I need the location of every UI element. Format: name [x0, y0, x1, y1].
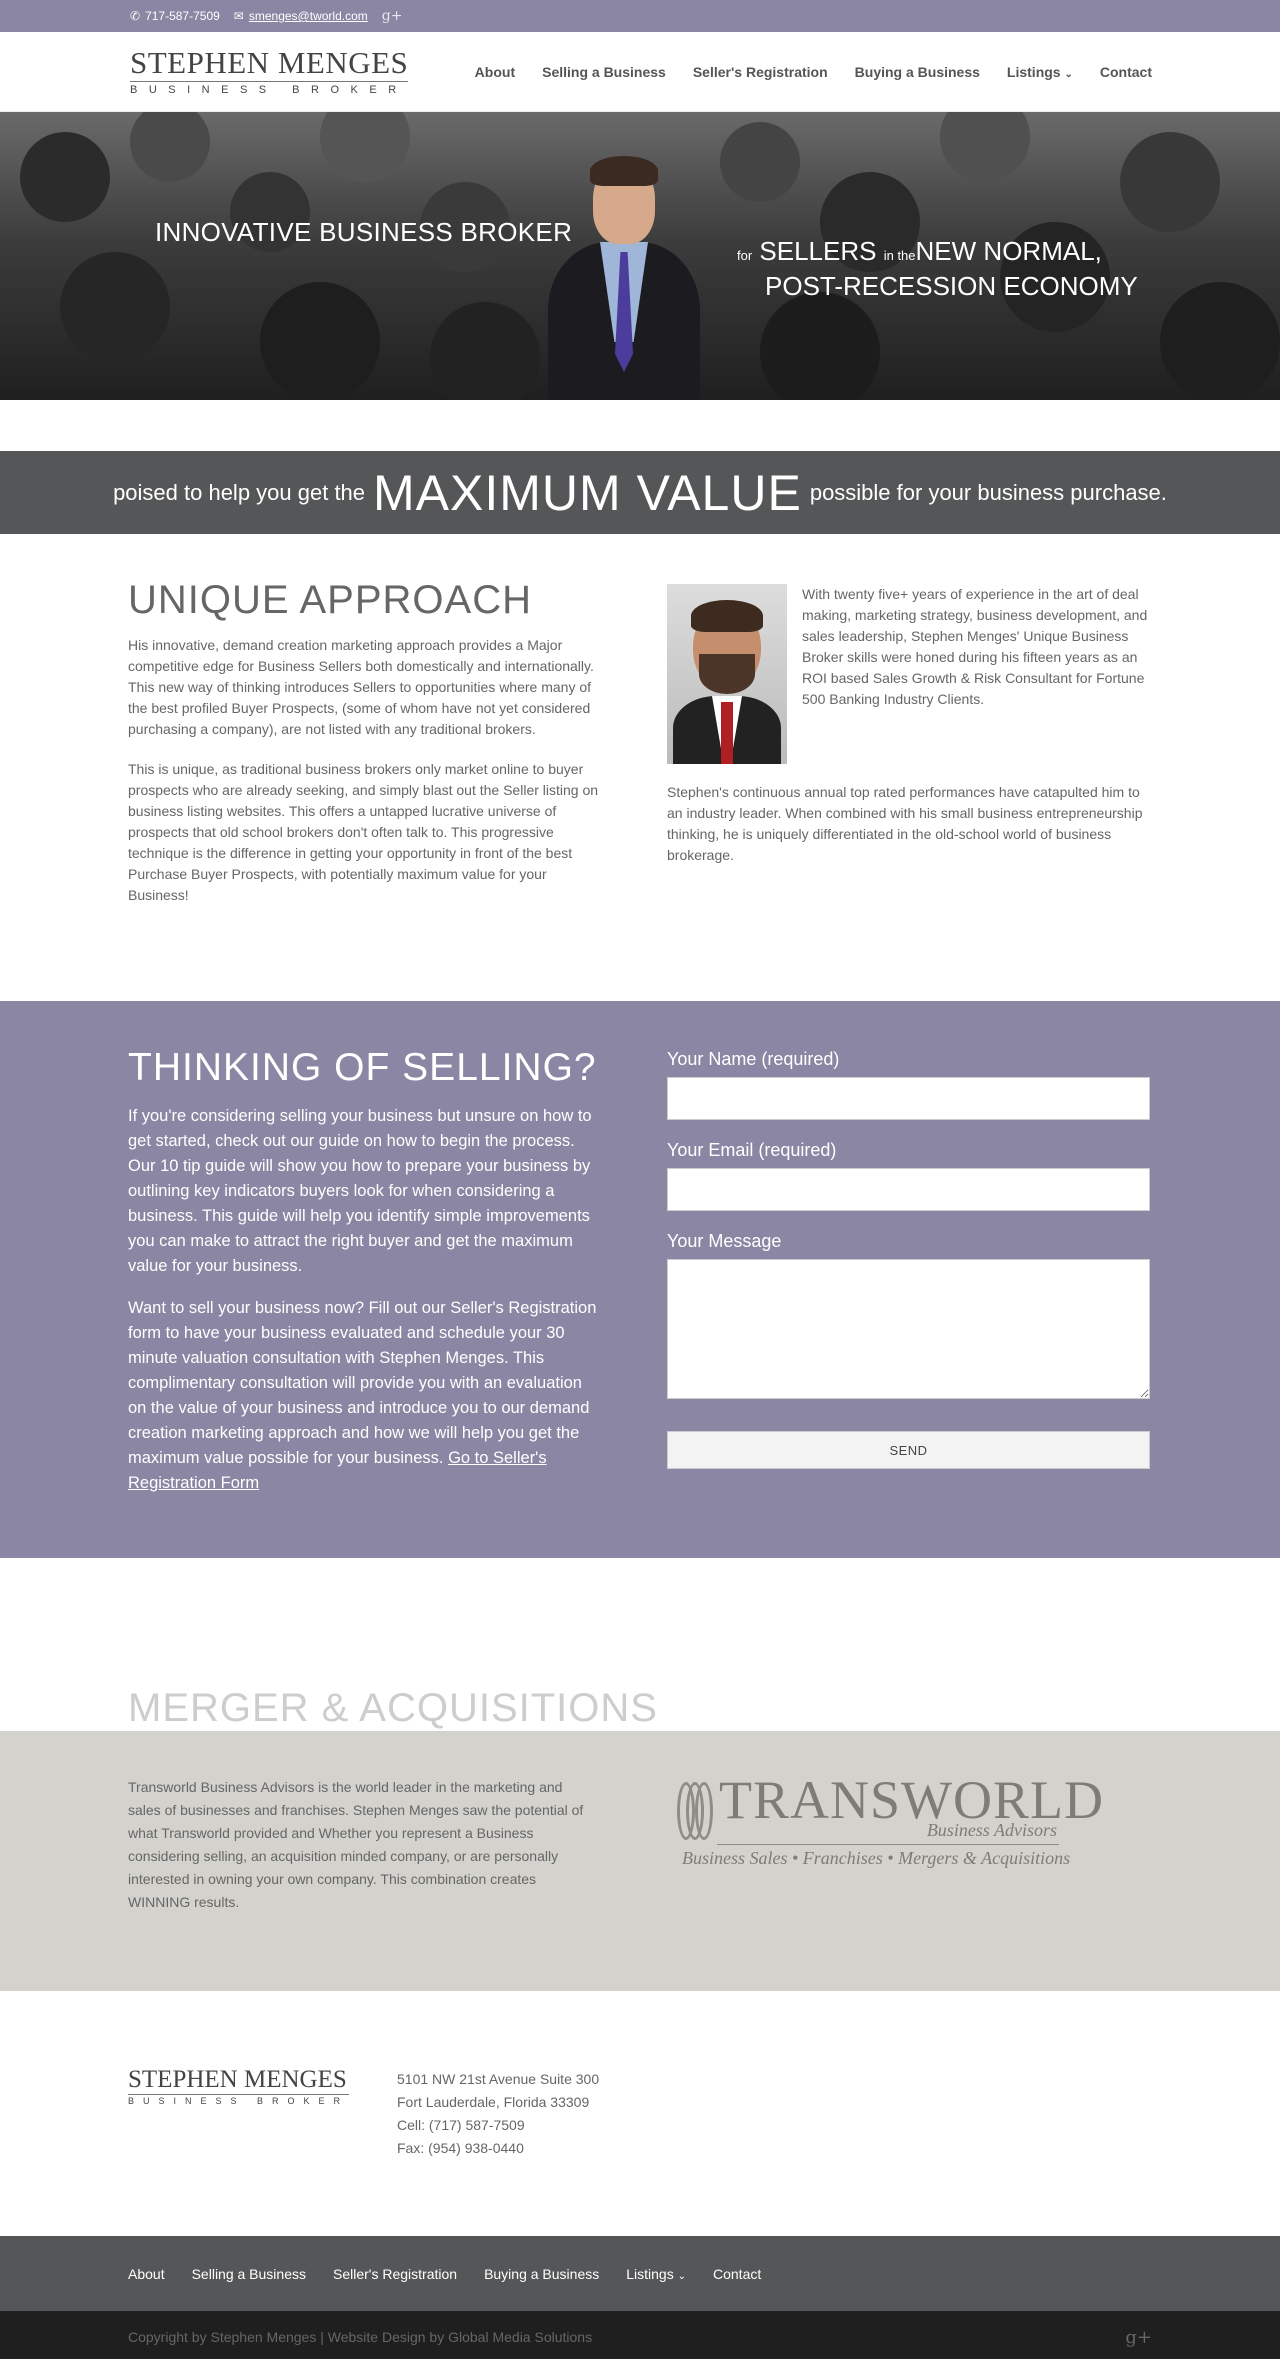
footer-nav-about[interactable]: About — [128, 2266, 165, 2282]
site-header: STEPHEN MENGES BUSINESS BROKER About Sel… — [0, 32, 1280, 112]
footer-address: 5101 NW 21st Avenue Suite 300 Fort Laude… — [397, 2071, 600, 2156]
nav-about[interactable]: About — [475, 64, 515, 80]
section-title: MERGER & ACQUISITIONS — [128, 1686, 658, 1730]
top-bar: ✆ 717-587-7509 ✉ smenges@tworld.com g+ — [0, 0, 1280, 32]
hero-right-text: for SELLERS in theNEW NORMAL, POST-RECES… — [737, 236, 1138, 301]
band-headline: MAXIMUM VALUE — [373, 464, 802, 521]
footer-nav-listings[interactable]: Listings ⌄ — [626, 2266, 686, 2282]
nav-contact[interactable]: Contact — [1100, 64, 1152, 80]
merger-section: Transworld Business Advisors is the worl… — [0, 1731, 1280, 1991]
section-title: THINKING OF SELLING? — [128, 1046, 597, 1089]
chevron-down-icon: ⌄ — [677, 2270, 686, 2282]
logo-name: STEPHEN MENGES — [130, 44, 409, 80]
hero-banner: INNOVATIVE BUSINESS BROKER for SELLERS i… — [0, 112, 1280, 400]
section-title: UNIQUE APPROACH — [128, 578, 532, 622]
stephen-portrait — [667, 584, 787, 764]
nav-listings[interactable]: Listings ⌄ — [1007, 64, 1073, 80]
phone-icon: ✆ — [130, 9, 141, 23]
phone-contact[interactable]: ✆ 717-587-7509 — [130, 9, 220, 23]
footer-nav: About Selling a Business Seller's Regist… — [0, 2236, 1280, 2311]
copyright-bar: Copyright by Stephen Menges | Website De… — [0, 2311, 1280, 2359]
footer-nav-buying-a-business[interactable]: Buying a Business — [484, 2266, 599, 2282]
footer-logo[interactable]: STEPHEN MENGES BUSINESS BROKER — [128, 2067, 350, 2106]
contact-form: Your Name (required) Your Email (require… — [667, 1049, 1150, 1469]
bio-text-continued: Stephen's continuous annual top rated pe… — [667, 784, 1143, 863]
transworld-logo[interactable]: TRANSWORLD Business Advisors Business Sa… — [677, 1772, 1103, 1876]
email-label: Your Email (required) — [667, 1140, 837, 1160]
footer-nav-sellers-registration[interactable]: Seller's Registration — [333, 2266, 457, 2282]
unique-approach-section: UNIQUE APPROACH His innovative, demand c… — [0, 534, 1280, 1001]
google-plus-icon[interactable]: g+ — [1125, 2327, 1152, 2348]
merger-heading-area: MERGER & ACQUISITIONS — [0, 1558, 1280, 1731]
send-button[interactable]: SEND — [667, 1431, 1150, 1469]
band-before: poised to help you get the — [113, 479, 366, 505]
footer-info: STEPHEN MENGES BUSINESS BROKER 5101 NW 2… — [0, 1991, 1280, 2236]
site-logo[interactable]: STEPHEN MENGES BUSINESS BROKER — [130, 44, 409, 97]
selling-text: If you're considering selling your busin… — [128, 1107, 597, 1492]
message-label: Your Message — [667, 1231, 782, 1251]
chevron-down-icon: ⌄ — [1064, 68, 1073, 80]
email-field[interactable] — [667, 1168, 1150, 1211]
max-value-band: poised to help you get the MAXIMUM VALUE… — [0, 451, 1280, 534]
phone-number: 717-587-7509 — [145, 9, 220, 23]
hero-left-text: INNOVATIVE BUSINESS BROKER — [155, 217, 573, 247]
unique-text: His innovative, demand creation marketin… — [128, 637, 599, 903]
nav-sellers-registration[interactable]: Seller's Registration — [693, 64, 828, 80]
name-label: Your Name (required) — [667, 1049, 840, 1069]
logo-tagline: BUSINESS BROKER — [130, 80, 409, 97]
band-after: possible for your business purchase. — [809, 479, 1167, 505]
nav-selling-a-business[interactable]: Selling a Business — [542, 64, 666, 80]
nav-buying-a-business[interactable]: Buying a Business — [855, 64, 980, 80]
email-contact[interactable]: ✉ smenges@tworld.com — [234, 9, 368, 23]
footer-nav-selling-a-business[interactable]: Selling a Business — [192, 2266, 306, 2282]
name-field[interactable] — [667, 1077, 1150, 1120]
copyright-text: Copyright by Stephen Menges | Website De… — [128, 2329, 593, 2345]
google-plus-icon[interactable]: g+ — [382, 8, 403, 24]
main-nav: About Selling a Business Seller's Regist… — [475, 64, 1152, 80]
message-field[interactable] — [667, 1259, 1150, 1399]
nav-listings-label: Listings — [1006, 63, 1061, 80]
thinking-of-selling-section: THINKING OF SELLING? If you're consideri… — [0, 1001, 1280, 1558]
bio-text: With twenty five+ years of experience in… — [802, 586, 1148, 707]
merger-text: Transworld Business Advisors is the worl… — [128, 1779, 584, 1910]
email-link[interactable]: smenges@tworld.com — [249, 9, 368, 23]
mail-icon: ✉ — [233, 9, 244, 23]
footer-nav-contact[interactable]: Contact — [713, 2266, 761, 2282]
